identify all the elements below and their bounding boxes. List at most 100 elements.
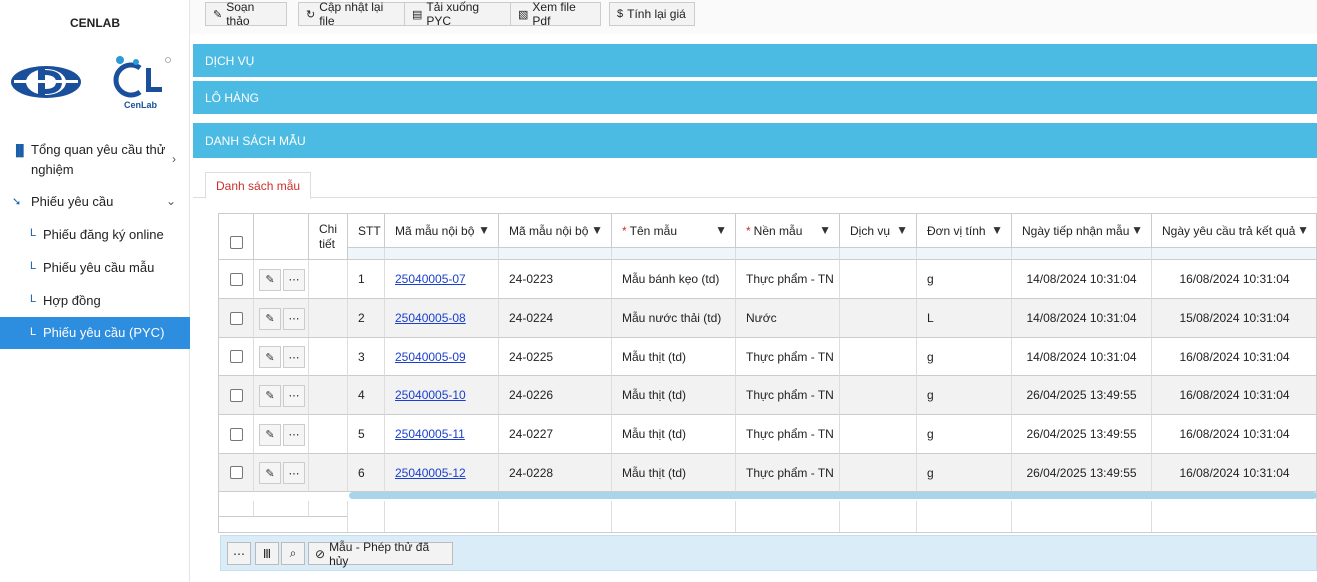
refresh-file-button[interactable]: ↻ Cập nhật lại file [298,0,405,28]
cell-text: Thực phẩm - TN [746,427,834,441]
footer-cell [219,501,254,517]
cell-text: g [927,349,934,364]
row-detail-cell[interactable] [309,376,348,415]
tab-sample-list[interactable]: Danh sách mẫu [205,172,312,199]
cell-name: Mẫu bánh kẹo (td) [612,260,736,299]
search-button[interactable]: ⌕ [281,542,305,565]
header-stt[interactable]: STT [348,214,385,248]
sidebar-item-overview[interactable]: ▐▌ Tổng quan yêu cầu thử nghiệm › [0,140,190,180]
filter-icon[interactable]: ▼ [896,223,908,237]
row-edit-button[interactable]: ✎ [259,423,281,446]
row-edit-button[interactable]: ✎ [259,384,281,407]
row-more-button[interactable]: ⋯ [283,384,305,407]
filter-icon[interactable]: ▼ [1131,223,1143,237]
cell-stt: 4 [348,376,385,415]
horizontal-scrollbar[interactable] [349,492,1316,499]
header-sample-name[interactable]: * Tên mẫu ▼ [612,214,736,248]
grid-bottom-bar: ⋯ Ⅲ ⌕ ⊘ Mẫu - Phép thử đã hủy [220,535,1317,571]
sidebar-item-pyc[interactable]: L Phiếu yêu cầu (PYC) [0,317,190,349]
cell-code[interactable]: 25040005-12 [385,454,499,492]
more-options-button[interactable]: ⋯ [227,542,251,565]
row-more-button[interactable]: ⋯ [283,423,305,446]
row-checkbox[interactable] [229,350,243,363]
summary-cell [840,501,917,532]
sample-code-link[interactable]: 25040005-11 [395,427,465,441]
row-detail-cell[interactable] [309,299,348,338]
sidebar-item-online-registration[interactable]: L Phiếu đăng ký online [0,225,190,245]
row-select-cell [219,454,254,492]
row-more-button[interactable]: ⋯ [283,307,305,330]
select-all-checkbox[interactable] [229,236,243,249]
row-checkbox[interactable] [229,466,243,479]
row-edit-button[interactable]: ✎ [259,346,281,368]
cell-text: 1 [358,272,365,286]
cell-text: 15/08/2024 10:31:04 [1179,311,1290,325]
filter-icon[interactable]: ▼ [819,223,831,237]
row-more-button[interactable]: ⋯ [283,346,305,368]
recalculate-price-button[interactable]: $ Tính lại giá [609,2,695,26]
column-chooser-button[interactable]: Ⅲ [255,542,279,565]
row-more-button[interactable]: ⋯ [283,268,305,291]
sample-code-link[interactable]: 25040005-12 [395,466,466,480]
header-internal-code[interactable]: Mã mẫu nội bộ ▼ [385,214,499,248]
sidebar-item-requests[interactable]: ➘ Phiếu yêu cầu ⌄ [0,192,190,212]
dollar-icon: $ [617,8,624,20]
sample-code-link[interactable]: 25040005-10 [395,388,466,402]
row-detail-cell[interactable] [309,338,348,376]
cell-stt: 5 [348,415,385,454]
cell-name: Mẫu nước thải (td) [612,299,736,338]
section-service[interactable]: DỊCH VỤ [193,44,1317,77]
header-received-date[interactable]: Ngày tiếp nhận mẫu ▼ [1012,214,1152,248]
sidebar-item-contract[interactable]: L Hợp đồng [0,291,190,311]
cancelled-tests-button[interactable]: ⊘ Mẫu - Phép thử đã hủy [308,540,453,568]
cell-code[interactable]: 25040005-11 [385,415,499,454]
header-matrix[interactable]: * Nền mẫu ▼ [736,214,840,248]
sidebar-item-sample-request[interactable]: L Phiếu yêu cầu mẫu [0,258,190,278]
filter-icon[interactable]: ▼ [591,223,603,237]
cell-text: Mẫu thịt (td) [622,349,687,364]
sample-code-link[interactable]: 25040005-07 [395,272,466,286]
cell-text: 24-0226 [509,388,554,402]
required-asterisk: * [622,223,627,238]
cell-code[interactable]: 25040005-07 [385,260,499,299]
header-due-date[interactable]: Ngày yêu cầu trả kết quả ▼ [1152,214,1316,248]
row-checkbox[interactable] [229,311,243,325]
section-sample-list[interactable]: DANH SÁCH MẪU [193,123,1317,158]
sample-code-link[interactable]: 25040005-09 [395,350,466,364]
row-checkbox[interactable] [229,272,243,286]
sample-code-link[interactable]: 25040005-08 [395,311,466,325]
filter-icon[interactable]: ▼ [715,223,727,237]
cell-code[interactable]: 25040005-10 [385,376,499,415]
sidebar-item-label: Hợp đồng [43,293,101,308]
header-internal-code-2[interactable]: Mã mẫu nội bộ ▼ [499,214,612,248]
cell-code[interactable]: 25040005-08 [385,299,499,338]
cell-service [840,415,917,454]
row-edit-button[interactable]: ✎ [259,307,281,330]
edit-button[interactable]: ✎ Soạn thảo [205,0,287,28]
row-select-cell [219,299,254,338]
filter-icon[interactable]: ▼ [991,223,1003,237]
cell-code[interactable]: 25040005-09 [385,338,499,376]
cell-text: Mẫu thịt (td) [622,388,687,402]
row-edit-button[interactable]: ✎ [259,462,281,484]
filter-icon[interactable]: ▼ [1297,223,1309,237]
row-detail-cell[interactable] [309,415,348,454]
row-detail-cell[interactable] [309,454,348,492]
row-more-button[interactable]: ⋯ [283,462,305,484]
footer-cell [219,517,348,532]
row-edit-button[interactable]: ✎ [259,268,281,291]
view-pdf-button[interactable]: ▧ Xem file Pdf [510,0,601,28]
row-detail-cell[interactable] [309,260,348,299]
cell-text: Thực phẩm - TN [746,388,834,402]
header-service[interactable]: Dịch vụ ▼ [840,214,917,248]
cell-unit: L [917,299,1012,338]
section-batch[interactable]: LÔ HÀNG [193,81,1317,114]
sidebar-item-label: Phiếu yêu cầu mẫu [43,260,155,275]
header-unit[interactable]: Đơn vị tính ▼ [917,214,1012,248]
download-pyc-button[interactable]: ▤ Tải xuống PYC [404,0,511,28]
row-checkbox[interactable] [229,388,243,402]
row-checkbox[interactable] [229,427,243,441]
filter-icon[interactable]: ▼ [478,223,490,237]
summary-cell [736,501,840,532]
cell-text: 26/04/2025 13:49:55 [1026,427,1137,441]
